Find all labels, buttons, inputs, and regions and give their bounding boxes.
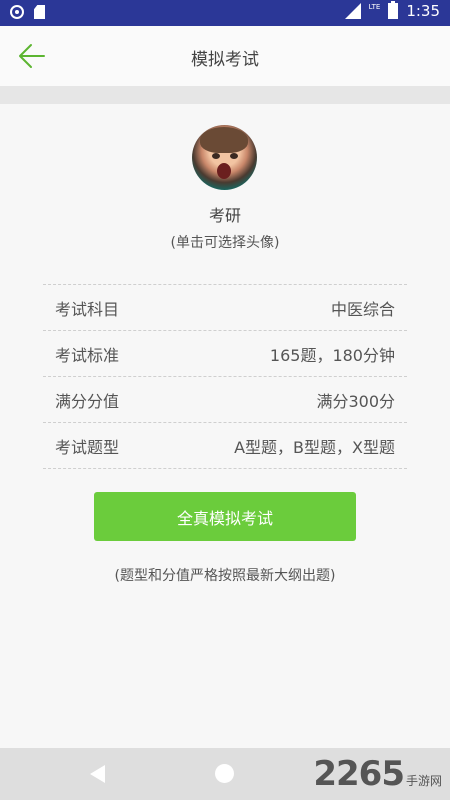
info-value: 165题，180分钟 [269,345,395,365]
info-row-question-types: 考试题型 A型题，B型题，X型题 [43,423,407,469]
info-value: 中医综合 [330,299,395,319]
info-value: A型题，B型题，X型题 [234,437,395,457]
nav-home-icon[interactable] [215,764,234,783]
avatar-hair [200,127,248,153]
info-row-standard: 考试标准 165题，180分钟 [43,331,407,377]
start-mock-exam-button[interactable]: 全真模拟考试 [94,492,356,541]
username: 考研 [208,206,241,225]
info-label: 考试科目 [55,299,120,319]
watermark-text: 手游网 [405,774,442,788]
exam-footnote: (题型和分值严格按照最新大纲出题) [114,568,336,584]
signal-icon [344,3,361,19]
sd-card-icon [34,5,45,19]
avatar-eye [230,153,238,159]
status-bar: LTE 1:35 [0,0,450,26]
info-label: 考试题型 [55,437,120,457]
info-label: 考试标准 [55,345,120,365]
info-value: 满分300分 [316,391,395,411]
avatar-mouth [217,163,231,179]
watermark-number: 2265 [313,754,405,794]
notification-circle-icon [10,5,24,19]
info-row-full-score: 满分分值 满分300分 [43,377,407,423]
clock: 1:35 [406,2,440,20]
watermark-logo: 2265 手游网 [313,754,442,794]
header-divider [0,86,450,104]
info-row-subject: 考试科目 中医综合 [43,285,407,331]
app-bar: 模拟考试 [0,26,450,86]
network-type-label: LTE [368,3,381,11]
info-label: 满分分值 [55,391,120,411]
system-nav-bar: 2265 手游网 [0,748,450,800]
nav-back-icon[interactable] [90,765,105,783]
avatar-eye [212,153,220,159]
page-title: 模拟考试 [191,50,259,70]
avatar[interactable] [192,125,257,190]
avatar-hint: (单击可选择头像) [170,235,280,251]
exam-info-table: 考试科目 中医综合 考试标准 165题，180分钟 满分分值 满分300分 考试… [43,284,407,469]
battery-icon [388,1,399,19]
